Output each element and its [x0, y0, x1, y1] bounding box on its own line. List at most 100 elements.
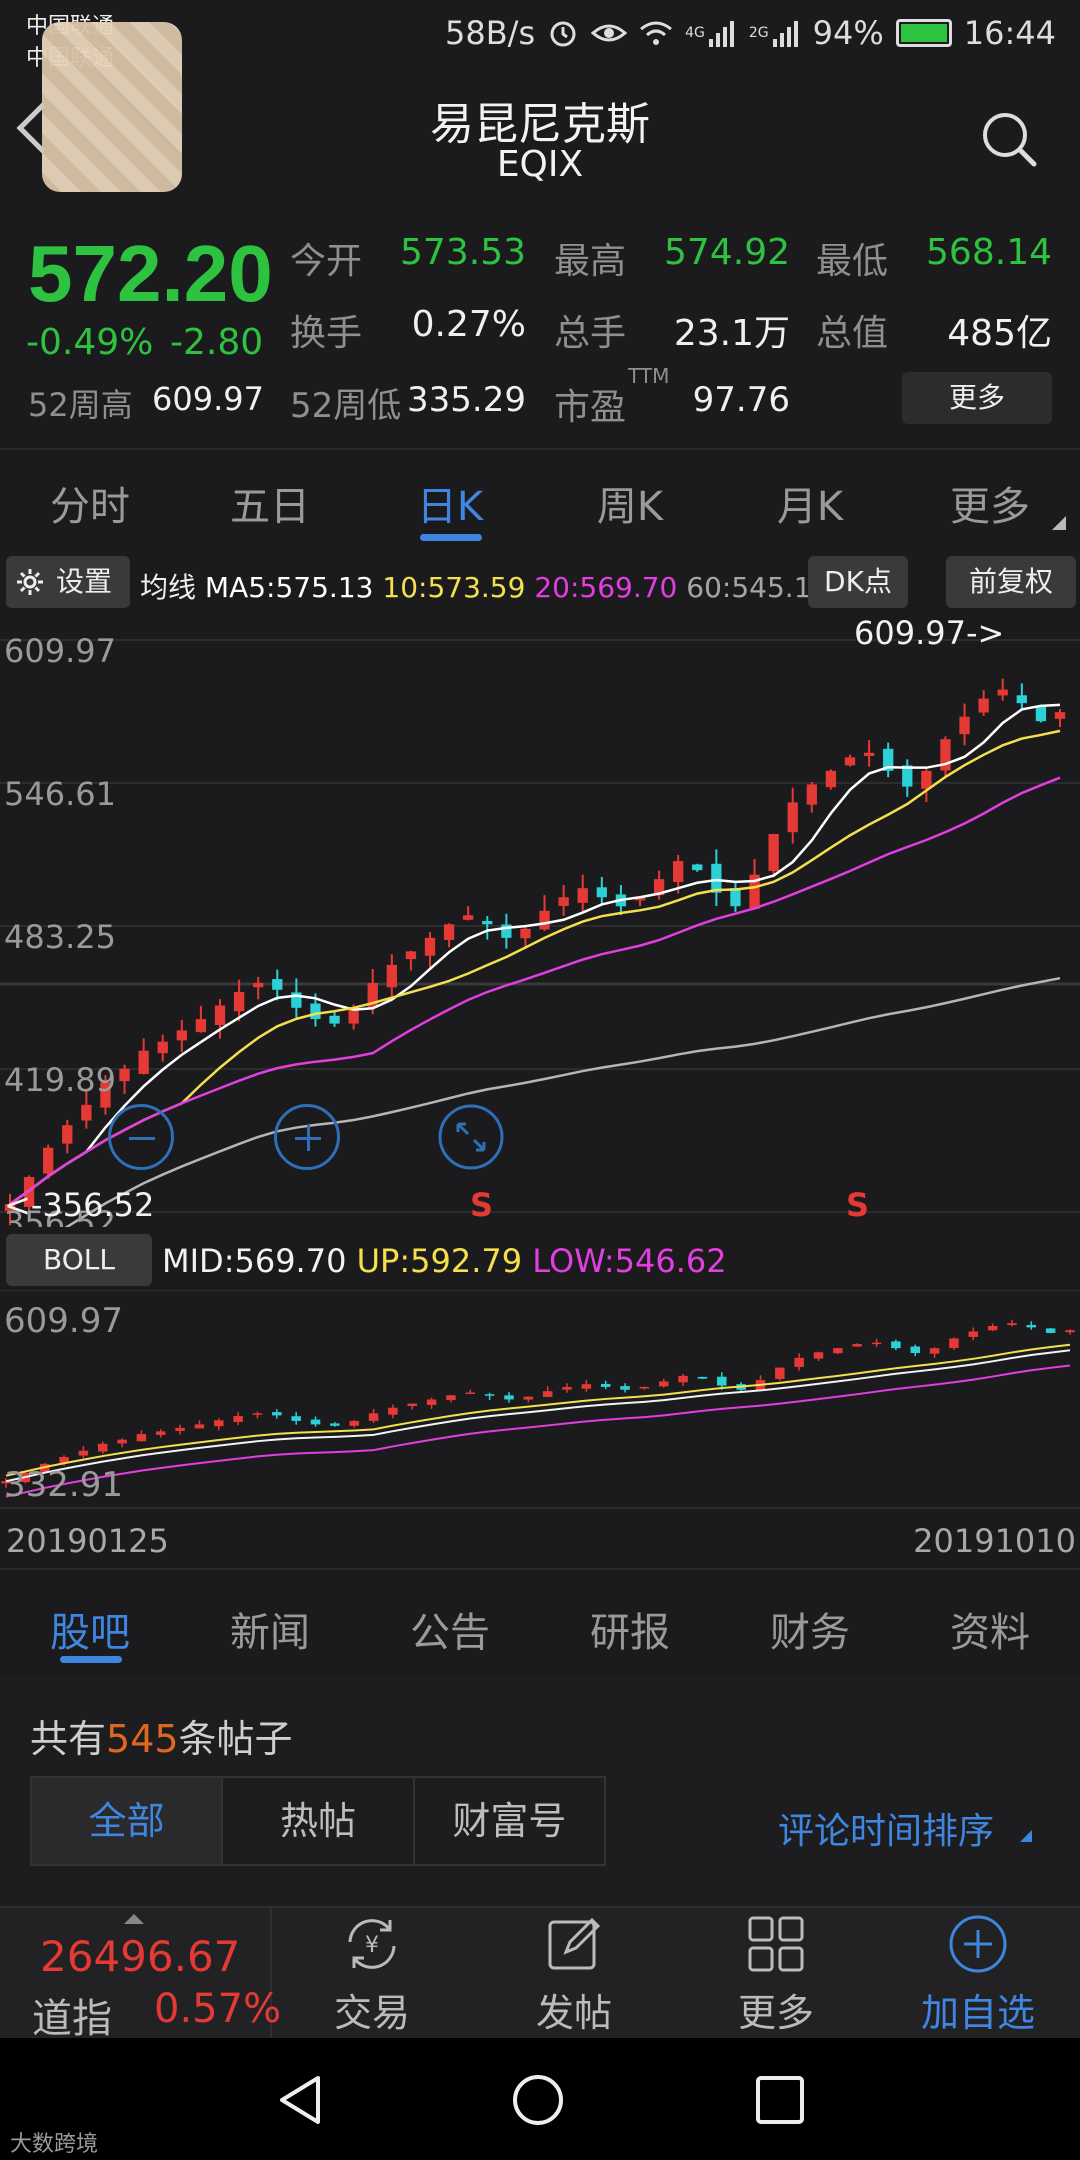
low-marker: <-356.52 — [4, 1186, 154, 1224]
tab-news[interactable]: 新闻 — [180, 1600, 360, 1658]
candle-body — [272, 1412, 282, 1416]
ma20-value: 20:569.70 — [534, 571, 678, 604]
tab-forum[interactable]: 股吧 — [0, 1600, 180, 1658]
candle-body — [62, 1125, 73, 1144]
tab-finance[interactable]: 财务 — [720, 1600, 900, 1658]
low-value: 568.14 — [926, 232, 1052, 273]
ma5-value: MA5:575.13 — [204, 571, 374, 604]
candle-body — [463, 915, 474, 920]
tab-indicator — [60, 1656, 122, 1663]
status-icons: 58B/s 4G 2G 94% 16:44 — [445, 14, 1056, 52]
candle-body — [539, 910, 550, 930]
change-amount: -2.80 — [170, 322, 264, 363]
boll-chart[interactable]: 609.97 332.91 — [0, 1290, 1080, 1510]
candle-body — [833, 1348, 843, 1354]
post-label: 发帖 — [535, 1991, 612, 2035]
grid-icon — [748, 1916, 804, 1972]
add-watchlist-button[interactable]: 加自选 — [898, 1912, 1058, 2037]
candle-body — [253, 982, 264, 988]
sell-signal: S — [470, 1186, 493, 1224]
current-price: 572.20 — [28, 229, 273, 318]
candle-body — [465, 1392, 476, 1395]
more-quote-button[interactable]: 更多 — [902, 372, 1052, 424]
candle-body — [426, 1399, 437, 1405]
index-value: 26496.67 — [40, 1932, 241, 1981]
zoom-in-button[interactable] — [274, 1104, 340, 1170]
candle-body — [405, 951, 417, 960]
tab-daily-k[interactable]: 日K — [360, 474, 540, 532]
nav-back-icon[interactable] — [272, 2072, 328, 2128]
boll-button[interactable]: BOLL — [6, 1234, 152, 1286]
index-name: 道指 — [32, 1996, 112, 2042]
candle-body — [1045, 1328, 1056, 1333]
open-value: 573.53 — [400, 232, 526, 273]
candle-body — [921, 770, 932, 789]
candle-body — [542, 1391, 553, 1397]
candle-body — [997, 689, 1008, 696]
zoom-out-button[interactable] — [108, 1104, 174, 1170]
post-button[interactable]: 发帖 — [494, 1912, 654, 2037]
filter-all[interactable]: 全部 — [32, 1778, 224, 1864]
turnover-value: 0.27% — [411, 304, 526, 345]
nav-home-icon[interactable] — [510, 2072, 566, 2128]
candle-body — [775, 1367, 785, 1379]
candle-body — [446, 1395, 456, 1401]
sort-by-comment-time[interactable]: 评论时间排序 — [778, 1802, 994, 1854]
chart-start-date: 20190125 — [6, 1522, 169, 1560]
boll-up-value: UP:592.79 — [356, 1242, 523, 1280]
candle-body — [233, 1416, 243, 1422]
filter-hot[interactable]: 热帖 — [223, 1778, 415, 1864]
post-filter-group: 全部 热帖 财富号 — [30, 1776, 606, 1866]
sell-signal: S — [846, 1186, 869, 1224]
candle-body — [484, 1394, 495, 1396]
tab-weekly-k[interactable]: 周K — [540, 474, 720, 532]
tab-profile[interactable]: 资料 — [900, 1600, 1080, 1658]
index-change: 0.57% — [154, 1986, 282, 2032]
candle-body — [558, 897, 569, 906]
pe-label: 市盈 — [554, 387, 627, 428]
tab-intraday[interactable]: 分时 — [0, 474, 180, 532]
candle-body — [136, 1434, 147, 1442]
more-button[interactable]: 更多 — [696, 1912, 856, 2037]
nav-recents-icon[interactable] — [752, 2072, 808, 2128]
watermark: 大数跨境 — [10, 2132, 99, 2157]
candle-body — [176, 1030, 187, 1041]
candle-body — [987, 1325, 998, 1331]
candle-body — [871, 1342, 882, 1345]
tab-five-day[interactable]: 五日 — [180, 474, 360, 532]
dk-point-button[interactable]: DK点 — [808, 556, 908, 608]
fullscreen-icon[interactable] — [438, 1104, 504, 1170]
tab-announcements[interactable]: 公告 — [360, 1600, 540, 1658]
post-count: 共有545条帖子 — [30, 1708, 293, 1763]
post-count-number: 545 — [106, 1717, 179, 1761]
candle-body — [388, 1407, 398, 1415]
candle-body — [697, 1376, 708, 1379]
candle-body — [195, 1019, 207, 1033]
candle-body — [117, 1439, 127, 1444]
expand-arrow-icon — [124, 1914, 144, 1924]
signal-icon — [708, 21, 734, 47]
edit-icon — [548, 1917, 601, 1970]
candle-body — [596, 887, 607, 898]
search-icon[interactable] — [980, 110, 1038, 168]
candle-body — [717, 1376, 727, 1386]
y-axis-label: 609.97 — [4, 1301, 123, 1341]
candle-body — [329, 1015, 340, 1024]
market-cap-value: 485亿 — [947, 313, 1052, 354]
candle-body — [194, 1424, 205, 1429]
w52-high-value: 609.97 — [152, 380, 264, 418]
high-marker: 609.97-> — [854, 614, 1004, 652]
candle-body — [349, 1420, 359, 1426]
gear-icon — [17, 569, 43, 595]
candle-body — [852, 1344, 862, 1347]
y-axis-label: 609.97 — [4, 632, 116, 670]
candle-body — [97, 1443, 108, 1452]
trade-button[interactable]: ¥ 交易 — [292, 1912, 452, 2037]
add-watchlist-label: 加自选 — [920, 1991, 1035, 2035]
candle-body — [407, 1403, 418, 1406]
filter-fortune[interactable]: 财富号 — [415, 1778, 604, 1864]
candle-body — [233, 992, 245, 1012]
forward-adjust-button[interactable]: 前复权 — [946, 556, 1076, 608]
tab-monthly-k[interactable]: 月K — [720, 474, 900, 532]
tab-research[interactable]: 研报 — [540, 1600, 720, 1658]
